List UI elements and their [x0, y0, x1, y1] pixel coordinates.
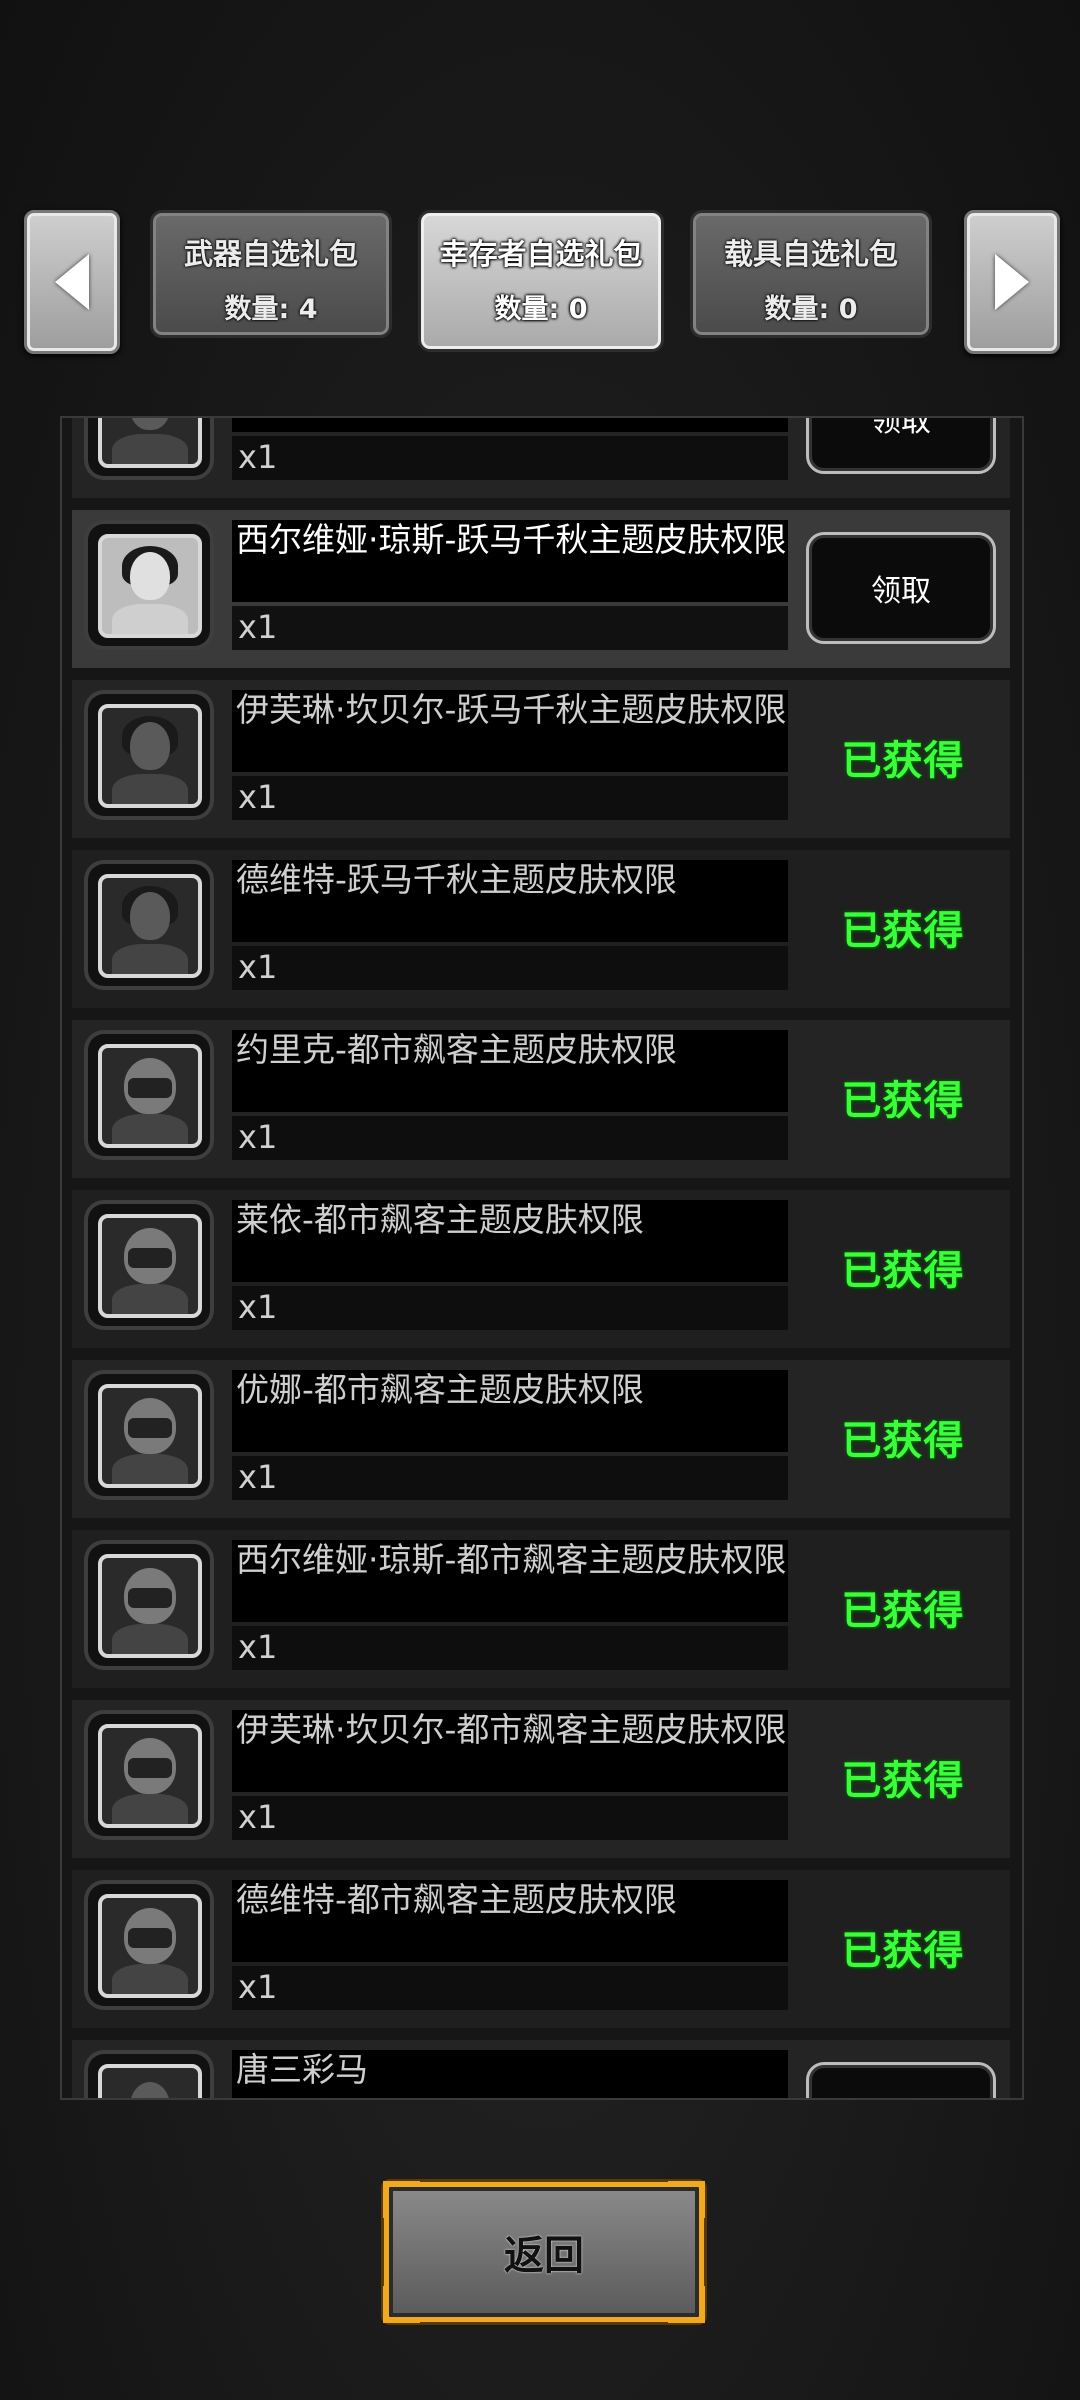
item-quantity: x1: [238, 948, 278, 986]
avatar: [88, 694, 210, 816]
tab-count: 数量: 0: [764, 294, 858, 325]
claim-button[interactable]: 领取: [806, 418, 996, 474]
tab-title: 载具自选礼包: [723, 237, 898, 271]
item-name: 唐三彩马: [236, 2050, 368, 2089]
tab-survivor-pack[interactable]: 幸存者自选礼包 数量: 0: [418, 210, 664, 352]
item-quantity: x1: [238, 1798, 278, 1836]
item-name: 西尔维娅·琼斯-跃马千秋主题皮肤权限: [236, 520, 787, 559]
obtained-label: 已获得: [841, 1588, 965, 1634]
avatar: [88, 1034, 210, 1156]
obtained-label: 已获得: [841, 908, 965, 954]
tab-vehicle-pack[interactable]: 载具自选礼包 数量: 0: [690, 210, 932, 338]
avatar: [88, 524, 210, 646]
avatar: [88, 2054, 210, 2098]
list-item: 约里克-都市飙客主题皮肤权限 x1 已获得: [72, 1020, 1010, 1178]
tab-title: 幸存者自选礼包: [439, 237, 643, 271]
item-name: 优娜-都市飙客主题皮肤权限: [236, 1370, 644, 1409]
avatar: [88, 1884, 210, 2006]
tab-count: 数量: 4: [224, 294, 318, 325]
back-button-label: 返回: [504, 2233, 584, 2279]
claim-button[interactable]: [806, 2062, 996, 2098]
list-item: 莱依-都市飙客主题皮肤权限 x1 已获得: [72, 1190, 1010, 1348]
next-tab-button[interactable]: [964, 210, 1060, 354]
avatar: [88, 1714, 210, 1836]
item-name: 西尔维娅·琼斯-都市飙客主题皮肤权限: [236, 1540, 787, 1579]
claim-button[interactable]: 领取: [806, 532, 996, 644]
avatar: [88, 418, 210, 476]
item-quantity: x1: [238, 1118, 278, 1156]
list-item: 德维特-都市飙客主题皮肤权限 x1 已获得: [72, 1870, 1010, 2028]
list-item: 伊芙琳·坎贝尔-跃马千秋主题皮肤权限 x1 已获得: [72, 680, 1010, 838]
obtained-label: 已获得: [841, 1248, 965, 1294]
obtained-label: 已获得: [841, 1078, 965, 1124]
tab-title: 武器自选礼包: [183, 237, 358, 271]
tab-bar: 武器自选礼包 数量: 4 幸存者自选礼包 数量: 0 载具自选礼包 数量: 0: [0, 200, 1080, 360]
list-item: x1 领取: [72, 418, 1010, 498]
obtained-label: 已获得: [841, 1418, 965, 1464]
list-item: 德维特-跃马千秋主题皮肤权限 x1 已获得: [72, 850, 1010, 1008]
arrow-right-icon: [995, 254, 1029, 310]
item-quantity: x1: [238, 438, 278, 476]
tab-count: 数量: 0: [494, 294, 588, 325]
list-item: 优娜-都市飙客主题皮肤权限 x1 已获得: [72, 1360, 1010, 1518]
item-name: 伊芙琳·坎贝尔-跃马千秋主题皮肤权限: [236, 690, 787, 729]
back-button[interactable]: 返回: [383, 2181, 705, 2323]
item-quantity: x1: [238, 1628, 278, 1666]
list-item: 西尔维娅·琼斯-都市飙客主题皮肤权限 x1 已获得: [72, 1530, 1010, 1688]
prev-tab-button[interactable]: [24, 210, 120, 354]
item-name: 伊芙琳·坎贝尔-都市飙客主题皮肤权限: [236, 1710, 787, 1749]
list-item: 伊芙琳·坎贝尔-都市飙客主题皮肤权限 x1 已获得: [72, 1700, 1010, 1858]
list-item: 西尔维娅·琼斯-跃马千秋主题皮肤权限 x1 领取: [72, 510, 1010, 668]
obtained-label: 已获得: [841, 1758, 965, 1804]
item-quantity: x1: [238, 608, 278, 646]
item-name: 约里克-都市飙客主题皮肤权限: [236, 1030, 677, 1069]
avatar: [88, 1544, 210, 1666]
arrow-left-icon: [55, 254, 89, 310]
avatar: [88, 864, 210, 986]
reward-list[interactable]: x1 领取 西尔维娅·琼斯-跃马千秋主题皮肤权限 x1 领取 伊芙琳·坎贝尔-跃…: [60, 416, 1024, 2100]
avatar: [88, 1204, 210, 1326]
obtained-label: 已获得: [841, 1928, 965, 1974]
list-item: 唐三彩马: [72, 2040, 1010, 2098]
item-quantity: x1: [238, 778, 278, 816]
item-quantity: x1: [238, 1968, 278, 2006]
item-quantity: x1: [238, 1288, 278, 1326]
item-name: 莱依-都市飙客主题皮肤权限: [236, 1200, 644, 1239]
item-name: 德维特-都市飙客主题皮肤权限: [236, 1880, 677, 1919]
item-quantity: x1: [238, 1458, 278, 1496]
item-name: 德维特-跃马千秋主题皮肤权限: [236, 860, 677, 899]
tab-weapon-pack[interactable]: 武器自选礼包 数量: 4: [150, 210, 392, 338]
avatar: [88, 1374, 210, 1496]
obtained-label: 已获得: [841, 738, 965, 784]
